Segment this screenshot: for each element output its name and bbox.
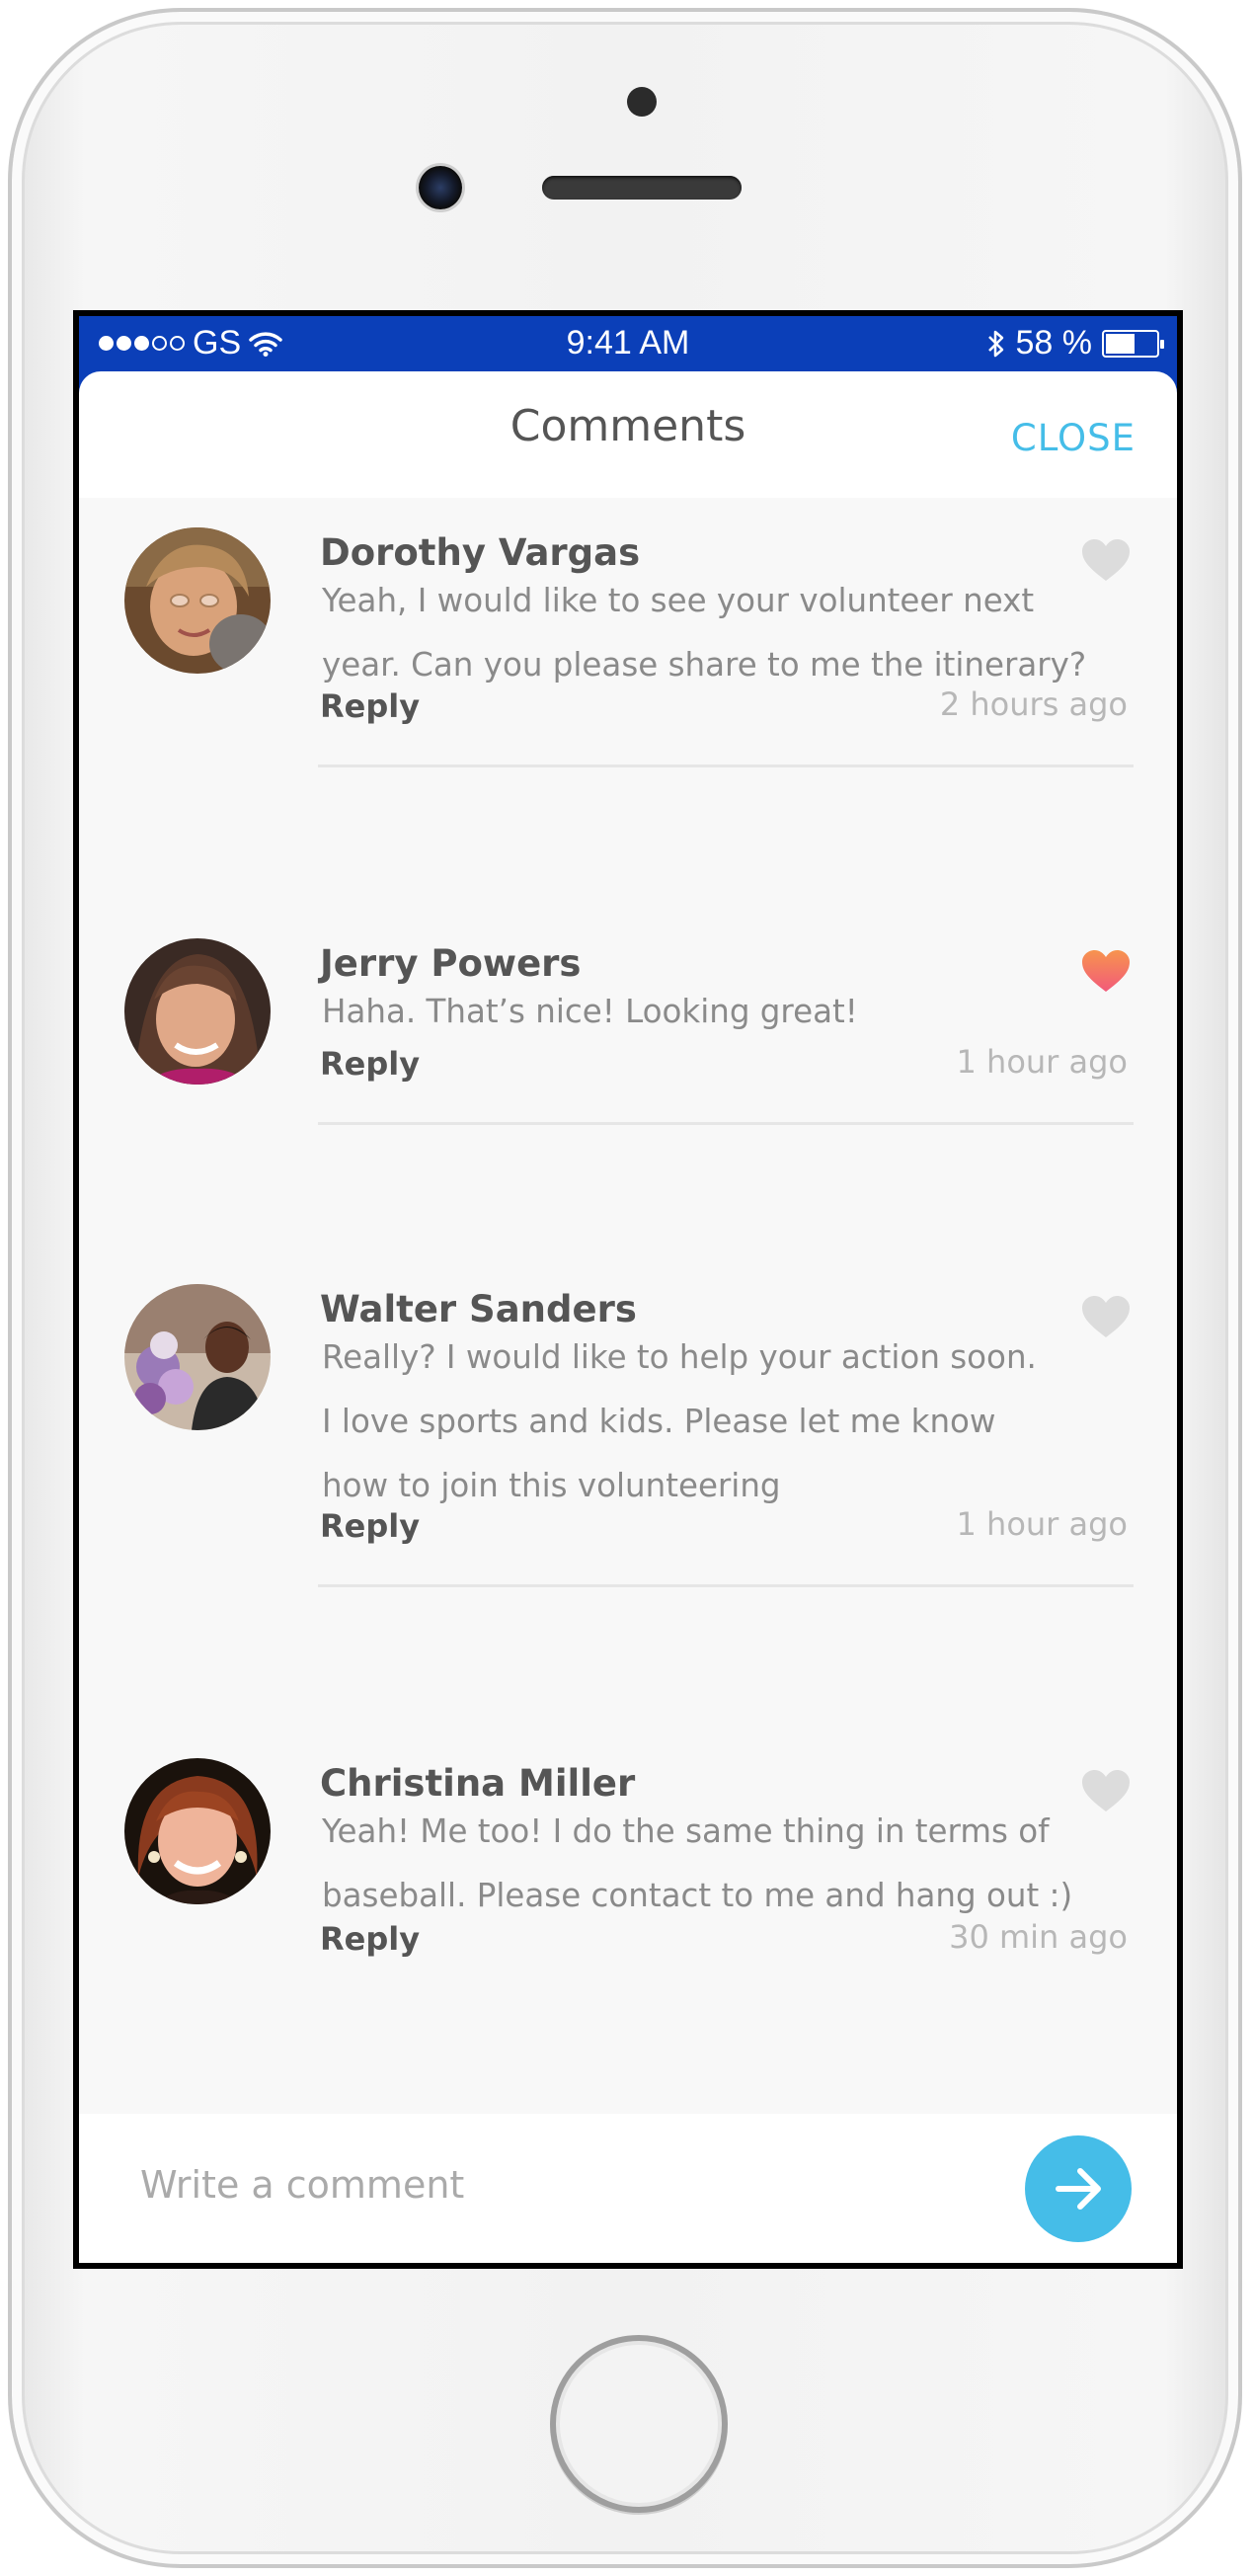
bluetooth-icon bbox=[987, 330, 1003, 357]
comment-time: 1 hour ago bbox=[956, 1043, 1129, 1081]
comment-line: Yeah, I would like to see your volunteer… bbox=[322, 582, 1035, 619]
reply-button[interactable]: Reply bbox=[320, 1045, 420, 1083]
app-screen: GS 9:41 AM 58 % Comments CLOSE Dorothy V… bbox=[79, 316, 1177, 2263]
status-right: 58 % bbox=[986, 324, 1164, 362]
status-bar: GS 9:41 AM 58 % bbox=[79, 316, 1177, 371]
commenter-name[interactable]: Dorothy Vargas bbox=[320, 531, 640, 574]
commenter-name[interactable]: Jerry Powers bbox=[320, 942, 581, 985]
earpiece-speaker bbox=[542, 176, 742, 200]
avatar bbox=[124, 527, 271, 674]
arrow-right-icon bbox=[1056, 2168, 1101, 2210]
comment-line: Yeah! Me too! I do the same thing in ter… bbox=[322, 1812, 1050, 1850]
avatar bbox=[124, 1284, 271, 1430]
close-button[interactable]: CLOSE bbox=[1011, 417, 1136, 459]
battery-icon bbox=[1102, 329, 1164, 358]
commenter-name[interactable]: Christina Miller bbox=[320, 1762, 635, 1805]
avatar bbox=[124, 1758, 271, 1904]
send-button[interactable] bbox=[1025, 2135, 1132, 2242]
divider bbox=[318, 1584, 1134, 1587]
comment-composer bbox=[79, 2114, 1177, 2263]
comment-time: 2 hours ago bbox=[939, 685, 1128, 723]
comment-text: Yeah, I would like to see your volunteer… bbox=[322, 569, 1092, 697]
commenter-name[interactable]: Walter Sanders bbox=[320, 1288, 637, 1330]
divider bbox=[318, 1122, 1134, 1125]
comment-time: 1 hour ago bbox=[956, 1505, 1129, 1543]
comment-line: I love sports and kids. Please let me kn… bbox=[322, 1403, 996, 1440]
home-button[interactable] bbox=[550, 2335, 728, 2513]
avatar bbox=[124, 938, 271, 1085]
comment-text: Really? I would like to help your action… bbox=[322, 1326, 1092, 1518]
battery-percent: 58 % bbox=[1015, 324, 1093, 362]
reply-button[interactable]: Reply bbox=[320, 687, 420, 725]
reply-button[interactable]: Reply bbox=[320, 1507, 420, 1545]
comment-line: Really? I would like to help your action… bbox=[322, 1338, 1037, 1376]
phone-screen: GS 9:41 AM 58 % Comments CLOSE Dorothy V… bbox=[73, 310, 1183, 2269]
comment-text: Haha. That’s nice! Looking great! bbox=[322, 980, 1092, 1044]
proximity-sensor bbox=[627, 87, 657, 117]
comment-time: 30 min ago bbox=[949, 1918, 1128, 1956]
divider bbox=[318, 765, 1134, 767]
comment-input[interactable] bbox=[138, 2149, 1011, 2220]
comment-line: Haha. That’s nice! Looking great! bbox=[322, 993, 858, 1030]
front-camera bbox=[419, 166, 462, 209]
reply-button[interactable]: Reply bbox=[320, 1920, 420, 1958]
comments-header: Comments CLOSE bbox=[79, 371, 1177, 498]
comment-text: Yeah! Me too! I do the same thing in ter… bbox=[322, 1800, 1092, 1928]
